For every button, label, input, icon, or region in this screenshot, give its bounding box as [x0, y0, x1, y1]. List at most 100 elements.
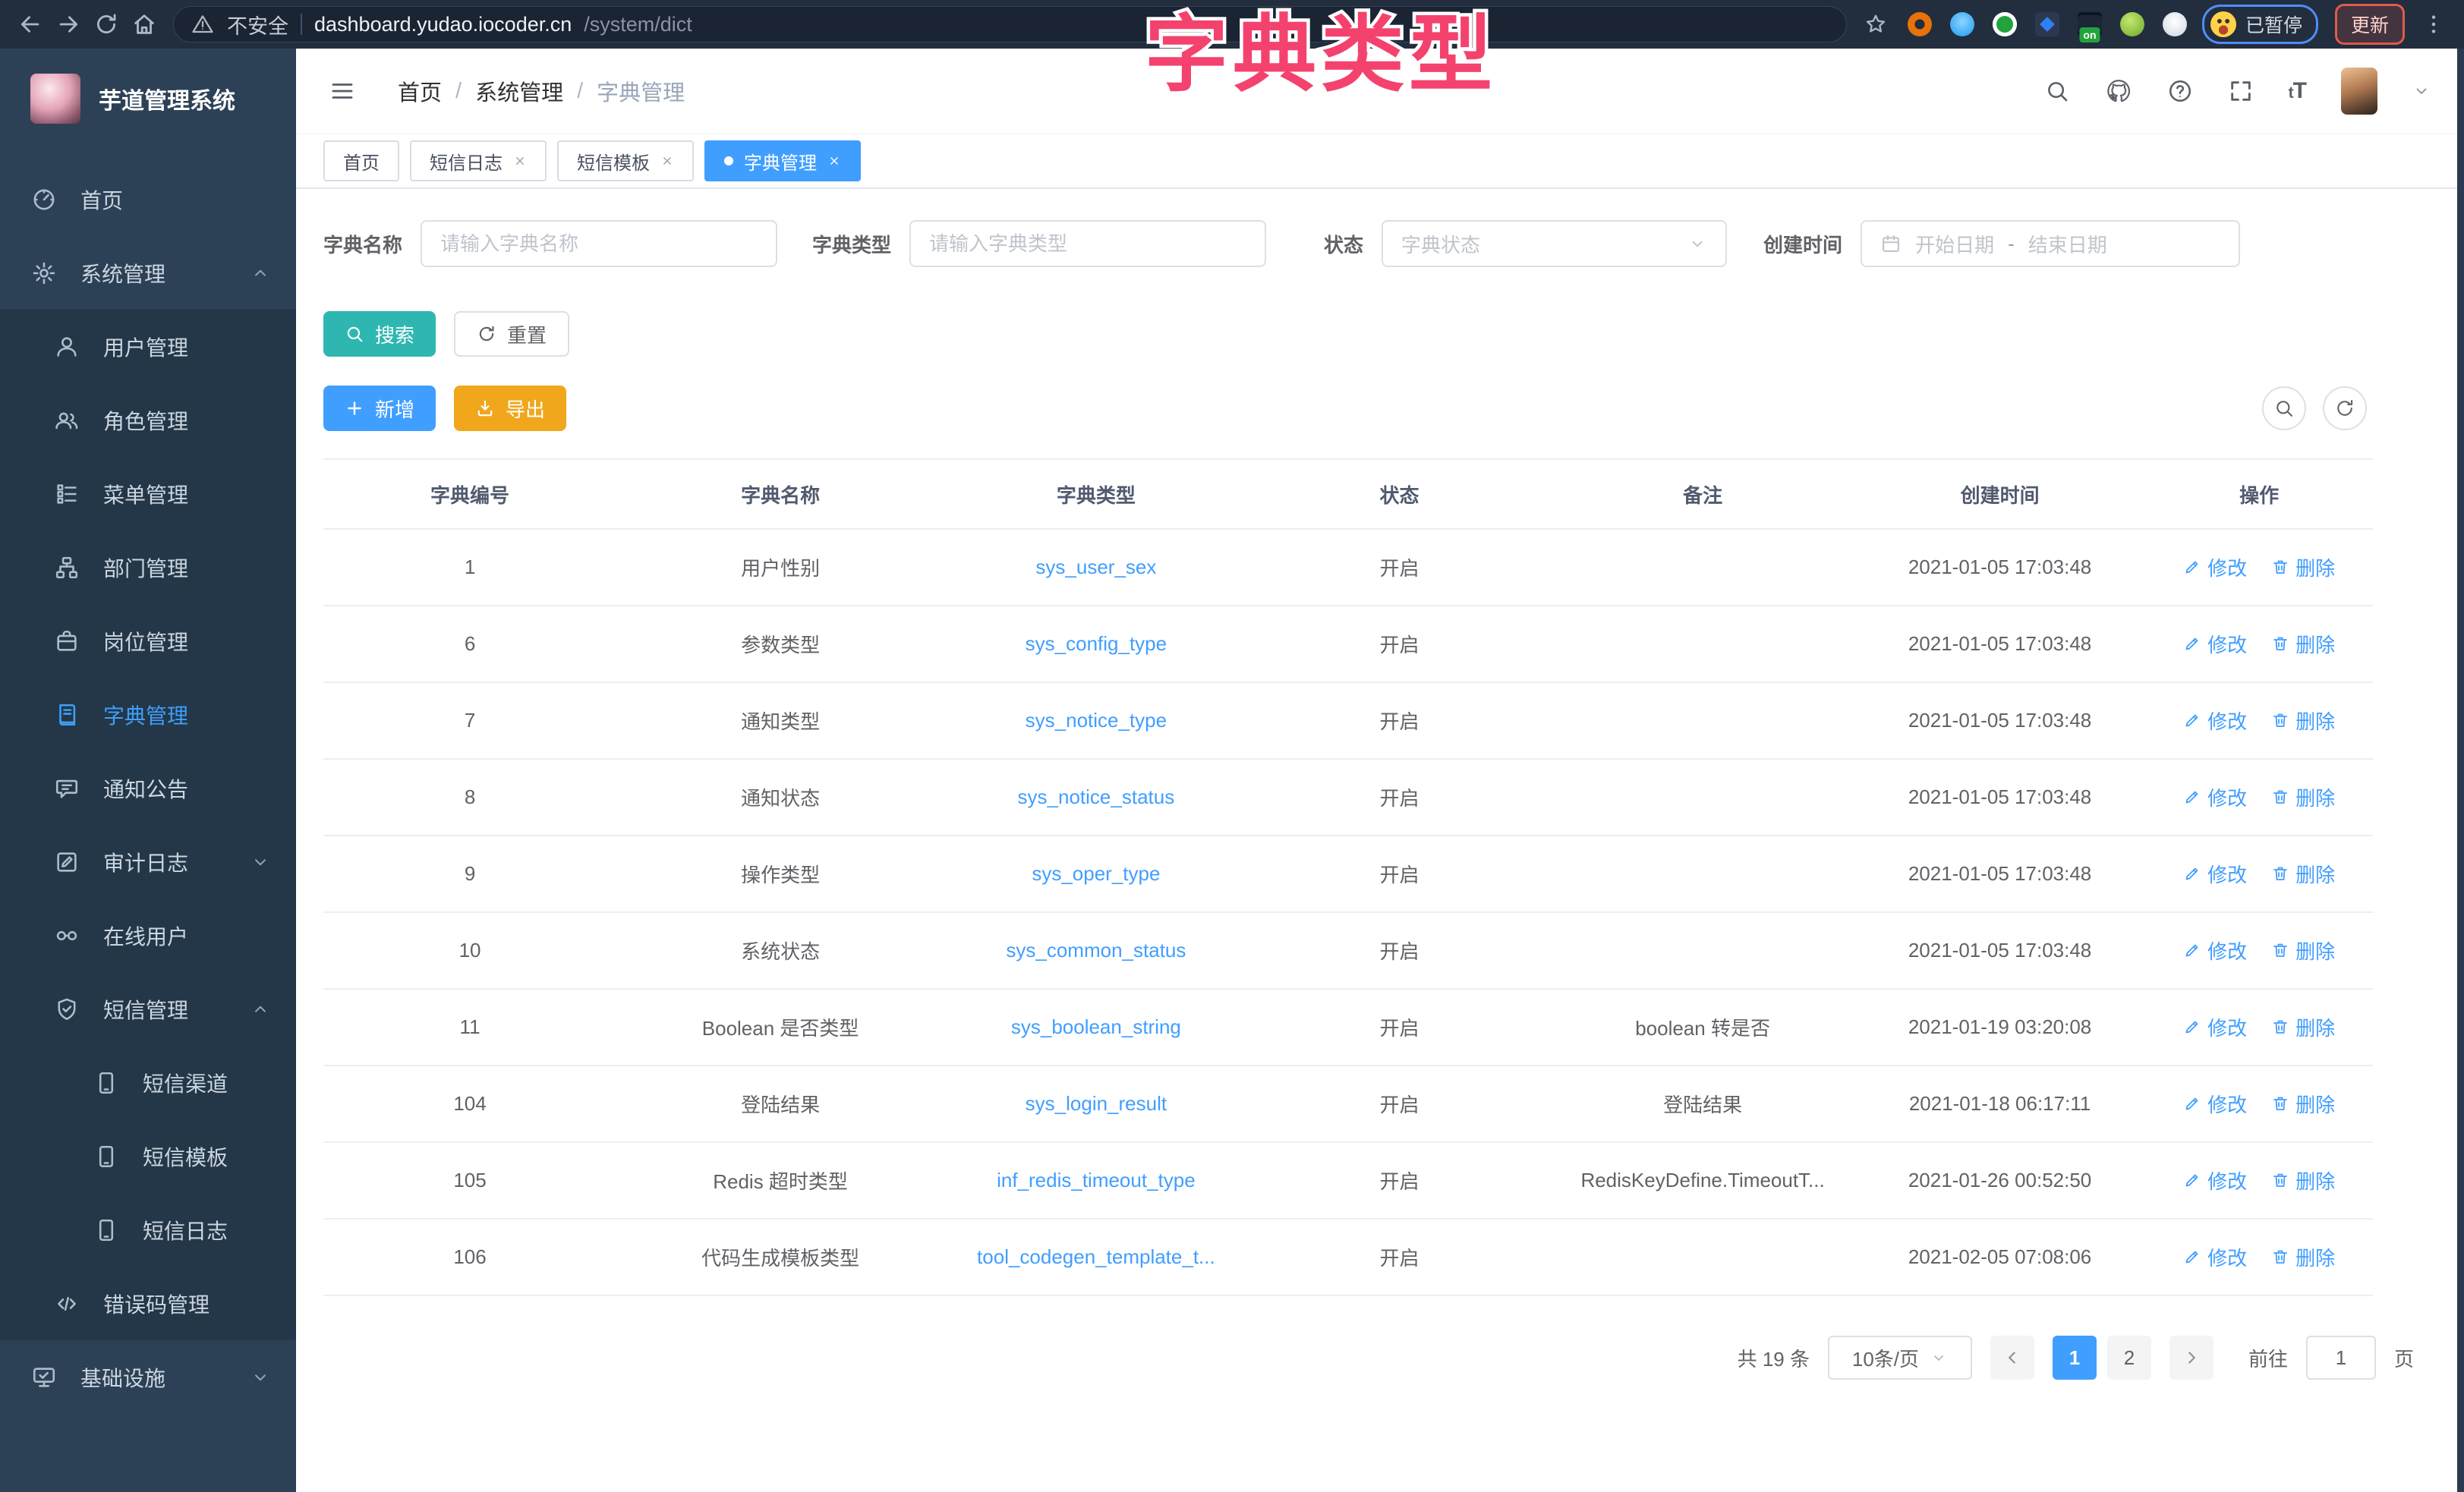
- fullscreen-icon[interactable]: [2228, 78, 2254, 104]
- sidebar-item-审计日志[interactable]: 审计日志: [0, 825, 296, 899]
- edit-link[interactable]: 修改: [2183, 783, 2247, 811]
- delete-link[interactable]: 删除: [2271, 1166, 2335, 1195]
- edit-link[interactable]: 修改: [2183, 1013, 2247, 1041]
- edit-link[interactable]: 修改: [2183, 1166, 2247, 1195]
- browser-back-icon[interactable]: [14, 8, 47, 41]
- delete-link[interactable]: 删除: [2271, 630, 2335, 658]
- sidebar-item-短信日志[interactable]: 短信日志: [0, 1193, 296, 1267]
- date-range-picker[interactable]: 开始日期 - 结束日期: [1861, 220, 2240, 267]
- sidebar-item-系统管理[interactable]: 系统管理: [0, 236, 296, 310]
- delete-link[interactable]: 删除: [2271, 936, 2335, 965]
- sidebar-item-部门管理[interactable]: 部门管理: [0, 530, 296, 604]
- sidebar-item-短信管理[interactable]: 短信管理: [0, 972, 296, 1046]
- browser-home-icon[interactable]: [128, 8, 161, 41]
- reset-button[interactable]: 重置: [454, 311, 569, 357]
- cell-dict-type-value[interactable]: sys_notice_status: [1018, 785, 1175, 808]
- edit-link[interactable]: 修改: [2183, 1243, 2247, 1271]
- delete-link[interactable]: 删除: [2271, 1243, 2335, 1271]
- grid-extension-icon[interactable]: [2035, 12, 2059, 36]
- breadcrumb-system[interactable]: 系统管理: [475, 75, 563, 107]
- delete-link[interactable]: 删除: [2271, 783, 2335, 811]
- cell-dict-type-value[interactable]: sys_common_status: [1006, 939, 1186, 962]
- edit-link[interactable]: 修改: [2183, 936, 2247, 965]
- edit-link[interactable]: 修改: [2183, 1090, 2247, 1118]
- next-page-button[interactable]: [2169, 1336, 2214, 1380]
- avatar[interactable]: [2341, 68, 2377, 115]
- page-size-select[interactable]: 10条/页: [1828, 1336, 1972, 1380]
- browser-menu-icon[interactable]: [2417, 8, 2450, 41]
- dog-extension-icon[interactable]: [2163, 12, 2187, 36]
- refresh-table-button[interactable]: [2323, 386, 2367, 430]
- sidebar-item-岗位管理[interactable]: 岗位管理: [0, 604, 296, 678]
- tab-首页[interactable]: 首页: [323, 140, 399, 181]
- paused-extension-button[interactable]: 已暂停: [2202, 5, 2318, 44]
- delete-link[interactable]: 删除: [2271, 1090, 2335, 1118]
- edit-link[interactable]: 修改: [2183, 553, 2247, 581]
- header-search-icon[interactable]: [2044, 78, 2070, 104]
- cell-dict-type-value[interactable]: sys_login_result: [1026, 1092, 1167, 1115]
- tab-短信日志[interactable]: 短信日志: [410, 140, 547, 181]
- toggle-search-button[interactable]: [2262, 386, 2306, 430]
- sidebar-item-短信模板[interactable]: 短信模板: [0, 1119, 296, 1193]
- sidebar-item-在线用户[interactable]: 在线用户: [0, 899, 296, 972]
- address-bar[interactable]: 不安全 dashboard.yudao.iocoder.cn /system/d…: [173, 6, 1847, 42]
- tab-字典管理[interactable]: 字典管理: [704, 140, 861, 181]
- cell-dict-type-value[interactable]: sys_user_sex: [1035, 556, 1156, 578]
- dict-name-input[interactable]: [421, 220, 777, 267]
- cell-dict-type-value[interactable]: sys_oper_type: [1032, 862, 1160, 885]
- close-icon[interactable]: [827, 154, 841, 168]
- cell-remark: RedisKeyDefine.TimeoutT...: [1551, 1142, 1854, 1219]
- delete-link[interactable]: 删除: [2271, 860, 2335, 888]
- status-select[interactable]: 字典状态: [1382, 220, 1727, 267]
- sidebar-item-错误码管理[interactable]: 错误码管理: [0, 1267, 296, 1340]
- page-button-1[interactable]: 1: [2053, 1336, 2097, 1380]
- export-button[interactable]: 导出: [454, 386, 566, 431]
- cell-dict-type-value[interactable]: sys_boolean_string: [1011, 1015, 1181, 1038]
- chevron-up-icon: [250, 263, 270, 283]
- blue-extension-icon[interactable]: [1950, 12, 1974, 36]
- on-badge-extension-icon[interactable]: on: [2078, 12, 2102, 36]
- sidebar-logo[interactable]: 芋道管理系统: [0, 49, 296, 149]
- sidebar-item-菜单管理[interactable]: 菜单管理: [0, 457, 296, 530]
- avatar-caret-down-icon[interactable]: [2412, 82, 2431, 100]
- bookmark-star-icon[interactable]: [1859, 8, 1892, 41]
- sidebar-item-字典管理[interactable]: 字典管理: [0, 678, 296, 751]
- sidebar-item-角色管理[interactable]: 角色管理: [0, 383, 296, 457]
- sidebar-item-用户管理[interactable]: 用户管理: [0, 310, 296, 383]
- leaf-extension-icon[interactable]: [2120, 12, 2144, 36]
- green-extension-icon[interactable]: [1993, 12, 2017, 36]
- tab-短信模板[interactable]: 短信模板: [557, 140, 694, 181]
- hamburger-icon[interactable]: [329, 78, 355, 104]
- breadcrumb-home[interactable]: 首页: [398, 75, 442, 107]
- github-icon[interactable]: [2105, 77, 2132, 105]
- search-button[interactable]: 搜索: [323, 311, 436, 357]
- cell-dict-type-value[interactable]: tool_codegen_template_t...: [977, 1245, 1215, 1268]
- goto-page-input[interactable]: [2306, 1336, 2376, 1380]
- cell-dict-type-value[interactable]: inf_redis_timeout_type: [997, 1169, 1196, 1191]
- prev-page-button[interactable]: [1990, 1336, 2034, 1380]
- delete-link[interactable]: 删除: [2271, 707, 2335, 735]
- browser-reload-icon[interactable]: [90, 8, 123, 41]
- add-button[interactable]: 新增: [323, 386, 436, 431]
- browser-update-button[interactable]: 更新: [2335, 4, 2405, 45]
- page-button-2[interactable]: 2: [2107, 1336, 2151, 1380]
- edit-link[interactable]: 修改: [2183, 860, 2247, 888]
- delete-link[interactable]: 删除: [2271, 553, 2335, 581]
- cell-dict-id-value: 7: [465, 709, 475, 732]
- delete-link[interactable]: 删除: [2271, 1013, 2335, 1041]
- help-icon[interactable]: [2167, 78, 2193, 104]
- sidebar-item-基础设施[interactable]: 基础设施: [0, 1340, 296, 1414]
- dict-type-input[interactable]: [909, 220, 1266, 267]
- sidebar-item-短信渠道[interactable]: 短信渠道: [0, 1046, 296, 1119]
- sidebar-item-首页[interactable]: 首页: [0, 162, 296, 236]
- cell-dict-type-value[interactable]: sys_config_type: [1026, 632, 1167, 655]
- close-icon[interactable]: [513, 154, 527, 168]
- browser-forward-icon[interactable]: [52, 8, 85, 41]
- sidebar-item-通知公告[interactable]: 通知公告: [0, 751, 296, 825]
- close-icon[interactable]: [660, 154, 674, 168]
- cell-dict-type-value[interactable]: sys_notice_type: [1026, 709, 1167, 732]
- font-size-icon[interactable]: tT: [2289, 78, 2306, 104]
- orange-extension-icon[interactable]: [1908, 12, 1932, 36]
- edit-link[interactable]: 修改: [2183, 707, 2247, 735]
- edit-link[interactable]: 修改: [2183, 630, 2247, 658]
